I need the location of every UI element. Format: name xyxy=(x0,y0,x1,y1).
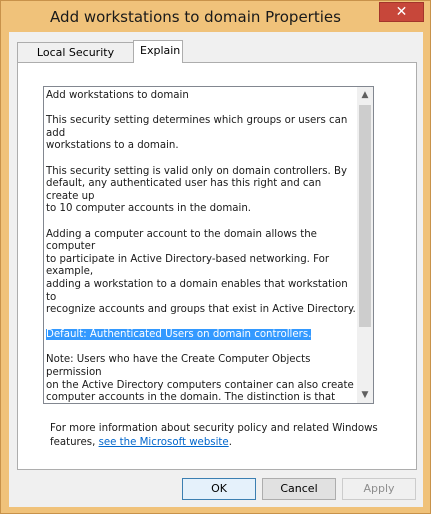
explain-note: Note: Users who have the Create Computer… xyxy=(46,354,354,404)
more-info-suffix: . xyxy=(228,437,232,448)
cancel-button[interactable]: Cancel xyxy=(262,478,336,500)
apply-button[interactable]: Apply xyxy=(342,478,416,500)
close-button[interactable]: ✕ xyxy=(379,2,424,22)
tab-explain[interactable]: Explain xyxy=(133,40,183,63)
scroll-up-icon[interactable]: ▲ xyxy=(357,87,373,103)
dialog-client-area: Local Security Setting Explain Add works… xyxy=(9,32,423,507)
selected-text[interactable]: Default: Authenticated Users on domain c… xyxy=(46,329,312,341)
close-icon: ✕ xyxy=(395,4,408,20)
properties-window: Add workstations to domain Properties ✕ … xyxy=(0,0,431,514)
explain-paragraph: Adding a computer account to the domain … xyxy=(46,228,356,316)
ok-button[interactable]: OK xyxy=(182,478,256,500)
title-bar[interactable]: Add workstations to domain Properties ✕ xyxy=(1,1,430,32)
explain-heading: Add workstations to domain xyxy=(46,90,189,101)
explain-paragraph: This security setting is valid only on d… xyxy=(46,165,348,215)
explain-text-box[interactable]: Add workstations to domain This security… xyxy=(43,86,374,404)
explain-default-line: Default: Authenticated Users on domain c… xyxy=(46,329,356,342)
explain-paragraph: This security setting determines which g… xyxy=(46,115,348,152)
window-title: Add workstations to domain Properties xyxy=(50,8,341,26)
vertical-scrollbar[interactable]: ▲ ▼ xyxy=(357,87,373,403)
scroll-down-icon[interactable]: ▼ xyxy=(357,387,373,403)
tab-local-security-setting[interactable]: Local Security Setting xyxy=(17,42,134,79)
explain-text: Add workstations to domain This security… xyxy=(46,90,356,404)
more-info-text: For more information about security poli… xyxy=(50,422,390,450)
microsoft-website-link[interactable]: see the Microsoft website xyxy=(99,437,229,448)
scroll-thumb[interactable] xyxy=(359,105,371,327)
